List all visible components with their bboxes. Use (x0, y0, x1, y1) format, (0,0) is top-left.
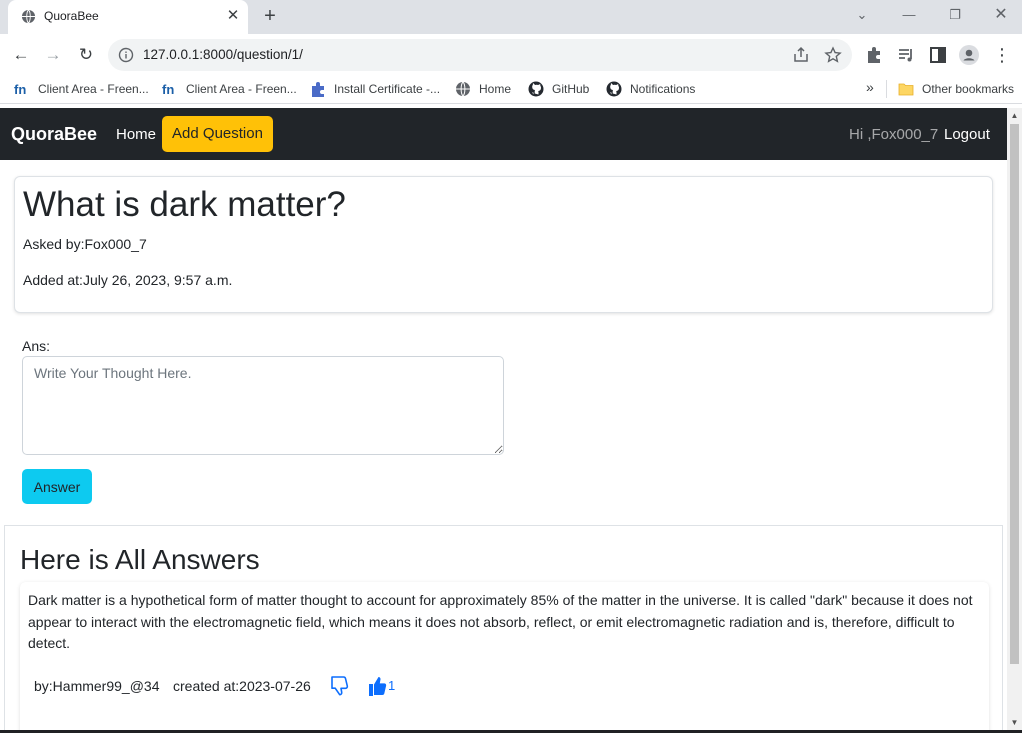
site-info-icon[interactable] (118, 47, 134, 63)
address-bar[interactable]: 127.0.0.1:8000/question/1/ (108, 39, 852, 71)
minimize-icon[interactable]: — (895, 4, 923, 26)
tab-strip: QuoraBee ✕ + ⌄ — ❐ ✕ (0, 0, 1022, 34)
share-icon[interactable] (792, 46, 810, 64)
tab-search-icon[interactable]: ⌄ (848, 4, 876, 26)
bookmarks-divider (886, 80, 887, 98)
add-question-button[interactable]: Add Question (162, 116, 273, 152)
globe-icon (456, 81, 470, 97)
bookmarks-bar: fn Client Area - Freen... fn Client Area -… (0, 76, 1022, 104)
bookmark-item[interactable]: fn Client Area - Freen... (14, 81, 149, 99)
question-added-at: Added at:July 26, 2023, 9:57 a.m. (23, 272, 233, 288)
puzzle-icon (312, 82, 324, 97)
bookmark-item[interactable]: Notifications (606, 81, 695, 99)
media-control-icon[interactable] (896, 45, 916, 65)
new-tab-icon[interactable]: + (258, 5, 282, 29)
question-asked-by: Asked by:Fox000_7 (23, 236, 147, 252)
restore-icon[interactable]: ❐ (941, 4, 969, 26)
answer-author: by:Hammer99_@34 (34, 678, 160, 694)
scroll-up-icon[interactable]: ▲ (1010, 111, 1019, 120)
question-title: What is dark matter? (23, 185, 346, 224)
answer-text: Dark matter is a hypothetical form of ma… (28, 592, 973, 651)
other-bookmarks[interactable]: Other bookmarks (898, 81, 1014, 99)
user-greeting: Hi ,Fox000_7 (849, 126, 939, 143)
url-text: 127.0.0.1:8000/question/1/ (143, 47, 303, 62)
tab-title: QuoraBee (44, 9, 99, 23)
freenom-icon: fn (14, 82, 26, 97)
answer-created-at: created at:2023-07-26 (173, 678, 311, 694)
window-close-icon[interactable]: ✕ (987, 4, 1015, 26)
extensions-icon[interactable] (864, 45, 884, 65)
answer-submit-button[interactable]: Answer (22, 469, 92, 504)
answers-section: Here is All Answers Dark matter is a hyp… (4, 525, 1003, 733)
page-scrollbar[interactable]: ▲ ▼ (1007, 108, 1022, 733)
answer-label: Ans: (22, 338, 51, 354)
tab-close-icon[interactable]: ✕ (224, 7, 242, 25)
answer-card: Dark matter is a hypothetical form of ma… (20, 582, 989, 733)
globe-icon (21, 9, 36, 24)
freenom-icon: fn (162, 82, 174, 97)
bookmarks-overflow-icon[interactable]: » (866, 79, 874, 97)
folder-icon (898, 83, 914, 96)
browser-tab[interactable]: QuoraBee ✕ (8, 0, 248, 34)
svg-text:fn: fn (14, 82, 26, 97)
site-brand[interactable]: QuoraBee (11, 124, 97, 145)
bookmark-item[interactable]: Home (455, 81, 511, 99)
github-icon (606, 81, 622, 97)
nav-home-link[interactable]: Home (116, 126, 156, 143)
scroll-thumb[interactable] (1010, 124, 1019, 664)
thumbs-down-icon[interactable] (329, 674, 351, 698)
bookmark-star-icon[interactable] (824, 46, 842, 64)
thumbs-up-icon[interactable] (367, 674, 389, 698)
like-count: 1 (388, 678, 396, 693)
scroll-down-icon[interactable]: ▼ (1010, 718, 1019, 727)
answers-heading: Here is All Answers (20, 544, 260, 575)
bookmark-item[interactable]: Install Certificate -... (310, 81, 440, 99)
page-viewport: QuoraBee Home Add Question Hi ,Fox000_7 … (0, 108, 1022, 733)
logout-link[interactable]: Logout (944, 126, 990, 143)
site-navbar: QuoraBee Home Add Question Hi ,Fox000_7 … (0, 108, 1007, 160)
github-icon (528, 81, 544, 97)
back-icon[interactable]: ← (8, 42, 34, 68)
bookmark-item[interactable]: fn Client Area - Freen... (162, 81, 297, 99)
browser-toolbar: ← → ↻ 127.0.0.1:8000/question/1/ ⋮ (0, 34, 1022, 76)
browser-menu-icon[interactable]: ⋮ (989, 42, 1015, 68)
answer-textarea[interactable] (22, 356, 504, 455)
bookmark-item[interactable]: GitHub (528, 81, 589, 99)
profile-avatar-icon[interactable] (959, 45, 979, 65)
question-card: What is dark matter? Asked by:Fox000_7 A… (14, 176, 993, 313)
svg-text:fn: fn (162, 82, 174, 97)
side-panel-icon[interactable] (928, 45, 948, 65)
forward-icon[interactable]: → (40, 42, 66, 68)
reload-icon[interactable]: ↻ (73, 42, 99, 68)
